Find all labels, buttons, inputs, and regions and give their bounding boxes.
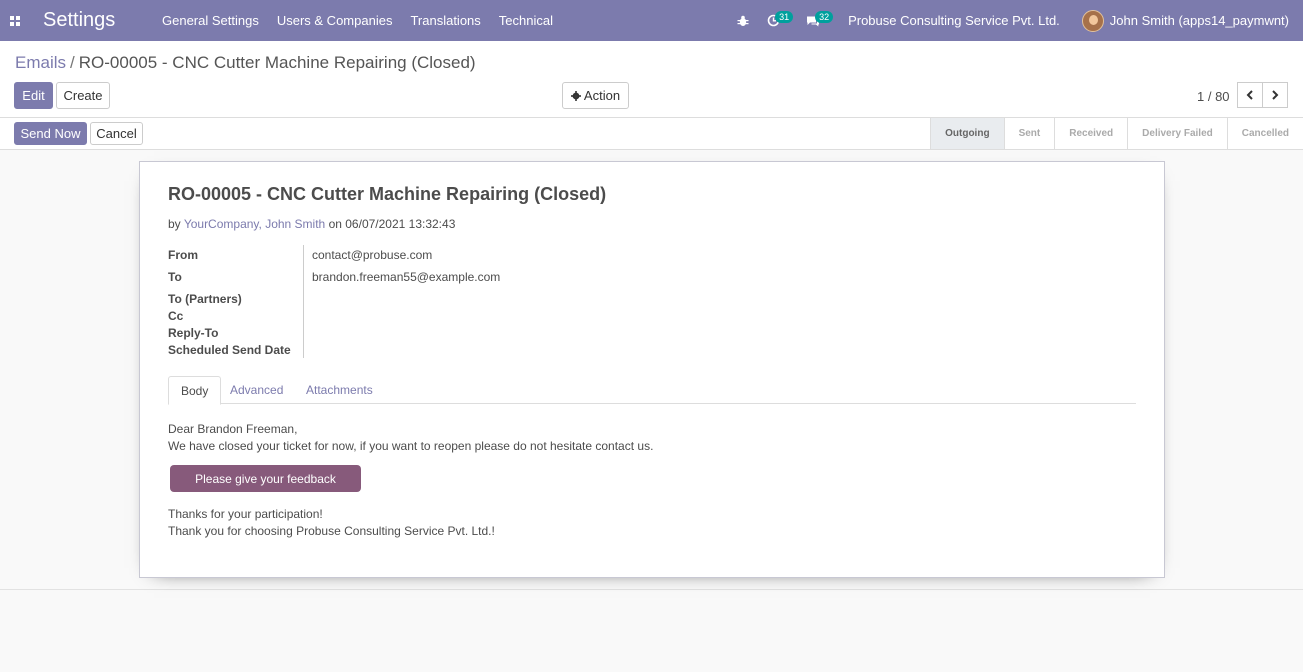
body-greeting: Dear Brandon Freeman, [168,422,298,436]
pager-previous-button[interactable] [1237,82,1263,108]
author-link[interactable]: YourCompany, John Smith [184,217,325,231]
chevron-left-icon [1246,90,1253,100]
control-panel: Emails / RO-00005 - CNC Cutter Machine Rep… [0,41,1303,118]
stage-received[interactable]: Received [1054,118,1127,149]
breadcrumb-emails-link[interactable]: Emails [15,53,66,72]
activity-clock-icon[interactable]: 31 [760,0,794,41]
tab-body[interactable]: Body [168,376,222,405]
body-thanks: Thanks for your participation! [168,507,323,521]
company-switcher[interactable]: Probuse Consulting Service Pvt. Ltd. [848,13,1060,28]
menu-technical[interactable]: Technical [490,0,562,41]
breadcrumb-separator: / [70,53,75,72]
feedback-button[interactable]: Please give your feedback [170,465,361,492]
user-menu[interactable]: John Smith (apps14_paymwnt) [1081,9,1289,32]
body-closing: Thank you for choosing Probuse Consultin… [168,524,495,538]
menu-general-settings[interactable]: General Settings [153,0,268,41]
action-button[interactable]: Action [562,82,629,109]
form-statusbar: Send Now Cancel Outgoing Sent Received D… [0,118,1303,150]
to-partners-label: To (Partners) [168,292,242,306]
cancel-button[interactable]: Cancel [90,122,143,145]
gear-icon [570,90,581,101]
scheduled-send-date-label: Scheduled Send Date [168,343,291,357]
chevron-right-icon [1272,90,1279,100]
notebook-tabs: Body Advanced Attachments [168,376,1136,405]
tab-attachments[interactable]: Attachments [294,376,385,404]
from-label: From [168,248,198,262]
cc-label: Cc [168,309,184,323]
breadcrumb: Emails / RO-00005 - CNC Cutter Machine Rep… [15,53,476,73]
byline-prefix: by [168,217,181,231]
action-label: Action [583,88,621,103]
from-value[interactable]: contact@probuse.com [312,248,432,262]
status-stages: Outgoing Sent Received Delivery Failed C… [930,118,1303,149]
edit-button[interactable]: Edit [14,82,53,109]
top-navbar: Settings General Settings Users & Compan… [0,0,1303,41]
pager-value[interactable]: 1 / 80 [1197,89,1230,104]
menu-users-companies[interactable]: Users & Companies [268,0,402,41]
breadcrumb-current: RO-00005 - CNC Cutter Machine Repairing … [78,53,476,72]
activity-count-badge: 31 [775,11,794,23]
stage-cancelled[interactable]: Cancelled [1226,118,1303,149]
tab-advanced[interactable]: Advanced [218,376,295,404]
stage-outgoing[interactable]: Outgoing [930,118,1004,149]
send-now-button[interactable]: Send Now [14,122,87,145]
byline-date: on 06/07/2021 13:32:43 [328,217,456,231]
messages-chat-icon[interactable]: 32 [800,0,834,41]
form-view: RO-00005 - CNC Cutter Machine Repairing … [0,150,1303,590]
menu-translations[interactable]: Translations [401,0,489,41]
field-divider [303,245,304,358]
email-subject: RO-00005 - CNC Cutter Machine Repairing … [168,184,607,204]
apps-menu-icon[interactable] [0,0,30,41]
main-menu: General Settings Users & Companies Trans… [153,0,562,41]
stage-sent[interactable]: Sent [1003,118,1055,149]
to-value[interactable]: brandon.freeman55@example.com [312,270,500,284]
create-button[interactable]: Create [56,82,110,109]
pager-next-button[interactable] [1262,82,1288,108]
reply-to-label: Reply-To [168,326,219,340]
app-title[interactable]: Settings [43,9,153,32]
debug-bug-icon[interactable] [730,0,756,41]
avatar [1081,9,1104,32]
email-byline: by YourCompany, John Smith on 06/07/2021… [168,217,455,231]
message-count-badge: 32 [815,11,834,23]
to-label: To [168,270,182,284]
stage-delivery-failed[interactable]: Delivery Failed [1127,118,1227,149]
form-sheet: RO-00005 - CNC Cutter Machine Repairing … [139,161,1165,578]
body-line: We have closed your ticket for now, if y… [168,439,654,453]
user-name: John Smith (apps14_paymwnt) [1109,13,1289,28]
